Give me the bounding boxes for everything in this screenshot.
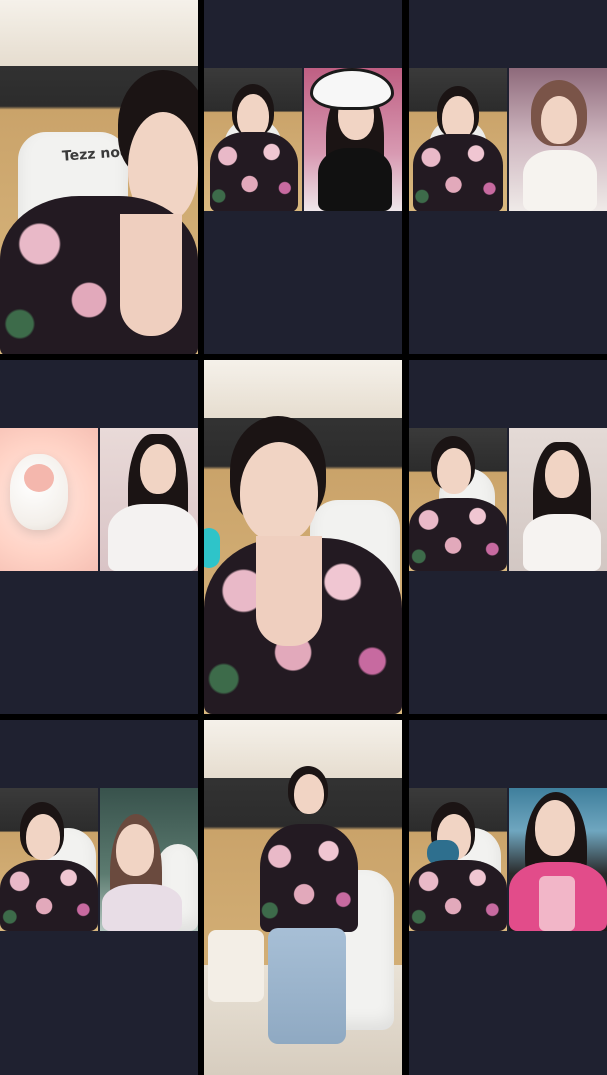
video-feed-right: [304, 68, 402, 211]
stream-tile-r1c3[interactable]: [409, 0, 607, 354]
stream-tile-r1c1[interactable]: Tezz noqa: [0, 0, 198, 354]
ceiling: [0, 0, 198, 66]
floral-top: [409, 498, 507, 571]
streamer-face: [26, 814, 60, 860]
streamer-face: [437, 448, 471, 494]
sheep-face: [24, 464, 54, 492]
sofa: [208, 930, 264, 1002]
floral-top: [413, 134, 503, 211]
black-top: [318, 148, 392, 211]
video-feed-left: [409, 68, 507, 211]
guest-face: [541, 96, 577, 144]
stream-tile-r3c3[interactable]: [409, 720, 607, 1075]
video-feed: Tezz noqa: [0, 0, 198, 354]
streamer-face: [240, 442, 318, 542]
guest-face: [535, 800, 575, 856]
jeans: [268, 928, 346, 1044]
floral-top: [210, 132, 298, 211]
video-feed-right: [100, 428, 198, 571]
ceiling: [204, 360, 402, 418]
sheep-avatar-feed: [0, 428, 98, 571]
white-hat-icon: [310, 68, 394, 110]
white-top: [523, 514, 601, 571]
pink-top: [539, 876, 575, 931]
video-feed-right: [509, 788, 607, 931]
stream-tile-r1c2[interactable]: [204, 0, 402, 354]
video-feed-left: [409, 428, 507, 571]
video-feed-left: [0, 788, 98, 931]
video-feed-right: [100, 788, 198, 931]
streamer-chest: [256, 536, 322, 646]
guest-face: [116, 824, 154, 876]
video-feed-left: [409, 788, 507, 931]
stream-tile-r2c3[interactable]: [409, 360, 607, 714]
light-top: [102, 884, 182, 931]
guest-face: [140, 444, 176, 494]
green-ring-icon: [204, 528, 220, 568]
streamer-chest: [120, 214, 182, 336]
guest-face: [545, 450, 579, 498]
video-feed: [204, 720, 402, 1075]
video-feed-left: [204, 68, 302, 211]
floral-top: [260, 824, 358, 932]
floral-top: [409, 860, 507, 931]
stream-tile-r3c2[interactable]: [204, 720, 402, 1075]
floral-top: [0, 860, 98, 931]
video-feed-right: [509, 428, 607, 571]
streamer-face: [294, 774, 324, 814]
stream-tile-r3c1[interactable]: [0, 720, 198, 1075]
white-jacket: [108, 504, 198, 571]
video-feed: [204, 360, 402, 714]
live-stream-grid: Tezz noqa: [0, 0, 607, 1075]
stream-tile-r2c2[interactable]: [204, 360, 402, 714]
stream-tile-r2c1[interactable]: [0, 360, 198, 714]
video-feed-right: [509, 68, 607, 211]
white-dress: [523, 150, 597, 211]
